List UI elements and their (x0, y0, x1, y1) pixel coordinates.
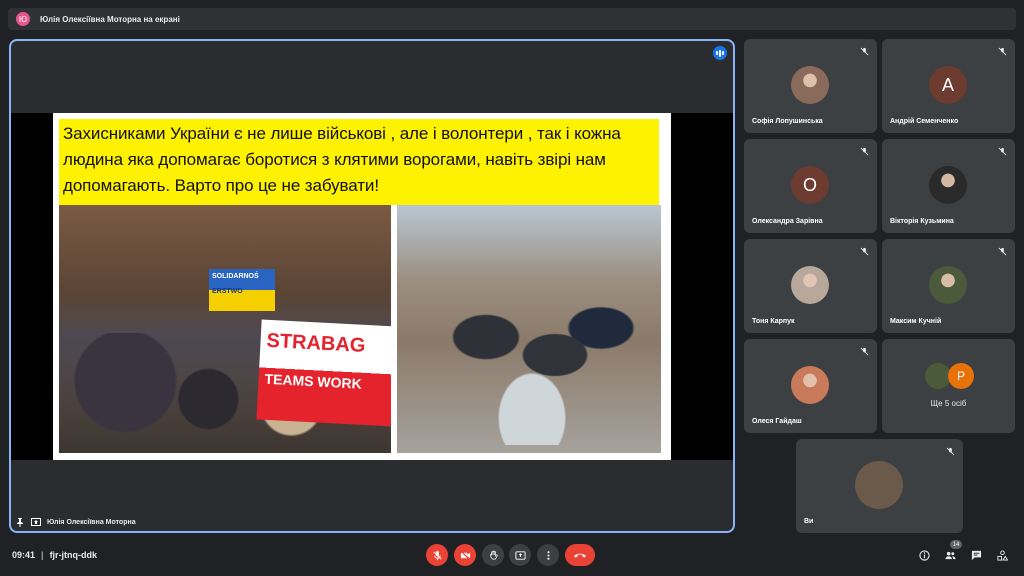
mic-off-icon (857, 44, 871, 58)
mic-toggle-button[interactable] (426, 544, 448, 566)
participant-tile[interactable]: Тоня Карпук (744, 239, 877, 333)
participant-avatar: A (929, 66, 967, 104)
participant-name: Софія Лопушинська (752, 118, 823, 125)
pin-icon[interactable] (15, 517, 25, 527)
mic-off-icon (857, 344, 871, 358)
mic-off-icon (995, 44, 1009, 58)
participant-letter-avatar: Р (948, 363, 974, 389)
participant-name: Андрій Семенченко (890, 118, 959, 125)
participant-avatar (791, 266, 829, 304)
presenter-avatar: Ю (16, 12, 30, 26)
participant-avatar (791, 66, 829, 104)
participant-tile[interactable]: A Андрій Семенченко (882, 39, 1015, 133)
screen-share-icon (31, 517, 41, 527)
activities-button[interactable] (993, 546, 1011, 564)
mic-off-icon (995, 244, 1009, 258)
presentation-slide: Захисниками України є не лише військові … (53, 113, 671, 460)
strabag-banner: STRABAG TEAMS WORK (256, 319, 391, 427)
flag-banner: SOLIDARNOŚ ERSTWO (209, 269, 275, 311)
presenting-text: Юлія Олексіївна Моторна на екрані (40, 14, 180, 24)
chat-button[interactable] (967, 546, 985, 564)
info-icon (918, 549, 930, 561)
hang-up-icon (574, 553, 586, 558)
people-button[interactable] (941, 546, 959, 564)
meeting-details-button[interactable] (915, 546, 933, 564)
present-icon (514, 550, 526, 560)
participant-tile[interactable]: Максим Кучній (882, 239, 1015, 333)
main-presentation-tile[interactable]: Захисниками України є не лише військові … (9, 39, 735, 533)
participant-name: Вікторія Кузьмина (890, 218, 954, 225)
people-icon (944, 551, 956, 559)
slide-text: Захисниками України є не лише військові … (63, 124, 621, 195)
more-participants-label: Ще 5 осіб (930, 399, 967, 408)
participant-avatar: О (791, 166, 829, 204)
raise-hand-button[interactable] (482, 544, 504, 566)
self-name: Ви (804, 518, 814, 525)
chat-icon (971, 550, 981, 560)
self-avatar (855, 461, 903, 509)
activities-icon (996, 549, 1008, 561)
presenting-banner: Ю Юлія Олексіївна Моторна на екрані (8, 8, 1016, 30)
present-screen-button[interactable] (509, 544, 531, 566)
participant-avatar (929, 166, 967, 204)
hand-icon (489, 550, 498, 560)
volunteers-photo-left: SOLIDARNOŚ ERSTWO STRABAG TEAMS WORK (59, 205, 391, 453)
mic-off-icon (943, 444, 957, 458)
participant-tile[interactable]: Олеся Гайдаш (744, 339, 877, 433)
speaking-indicator-icon (713, 46, 727, 60)
screen-share-stage: Захисниками України є не лише військові … (11, 113, 733, 460)
participant-avatar (929, 266, 967, 304)
participant-name: Олеся Гайдаш (752, 418, 802, 425)
bottom-toolbar: 09:41 | fjr-jtnq-ddk 14 (0, 540, 1024, 576)
camera-toggle-button[interactable] (454, 544, 476, 566)
participant-name: Максим Кучній (890, 318, 942, 325)
clock-time: 09:41 (12, 550, 36, 560)
meeting-info: 09:41 | fjr-jtnq-ddk (12, 550, 98, 560)
presenter-name: Юлія Олексіївна Моторна (47, 518, 136, 526)
more-vert-icon (546, 550, 550, 560)
presenter-label: Юлія Олексіївна Моторна (15, 517, 136, 527)
camera-off-icon (459, 549, 471, 561)
participant-tile[interactable]: Софія Лопушинська (744, 39, 877, 133)
mic-off-icon (857, 144, 871, 158)
self-tile[interactable]: Ви (796, 439, 963, 533)
meeting-code: fjr-jtnq-ddk (49, 550, 98, 560)
participant-avatar (791, 366, 829, 404)
participant-name: Олександра Зарівна (752, 218, 823, 225)
mic-off-icon (857, 244, 871, 258)
more-options-button[interactable] (537, 544, 559, 566)
mic-off-icon (995, 144, 1009, 158)
leave-call-button[interactable] (565, 544, 595, 566)
participant-tile[interactable]: О Олександра Зарівна (744, 139, 877, 233)
participant-tile[interactable]: Вікторія Кузьмина (882, 139, 1015, 233)
participant-name: Тоня Карпук (752, 318, 795, 325)
meet-window: Ю Юлія Олексіївна Моторна на екрані Захи… (0, 0, 1024, 576)
volunteers-photo-right (397, 205, 661, 453)
more-participants-tile[interactable]: Р Ще 5 осіб (882, 339, 1015, 433)
mic-off-icon (432, 550, 442, 560)
